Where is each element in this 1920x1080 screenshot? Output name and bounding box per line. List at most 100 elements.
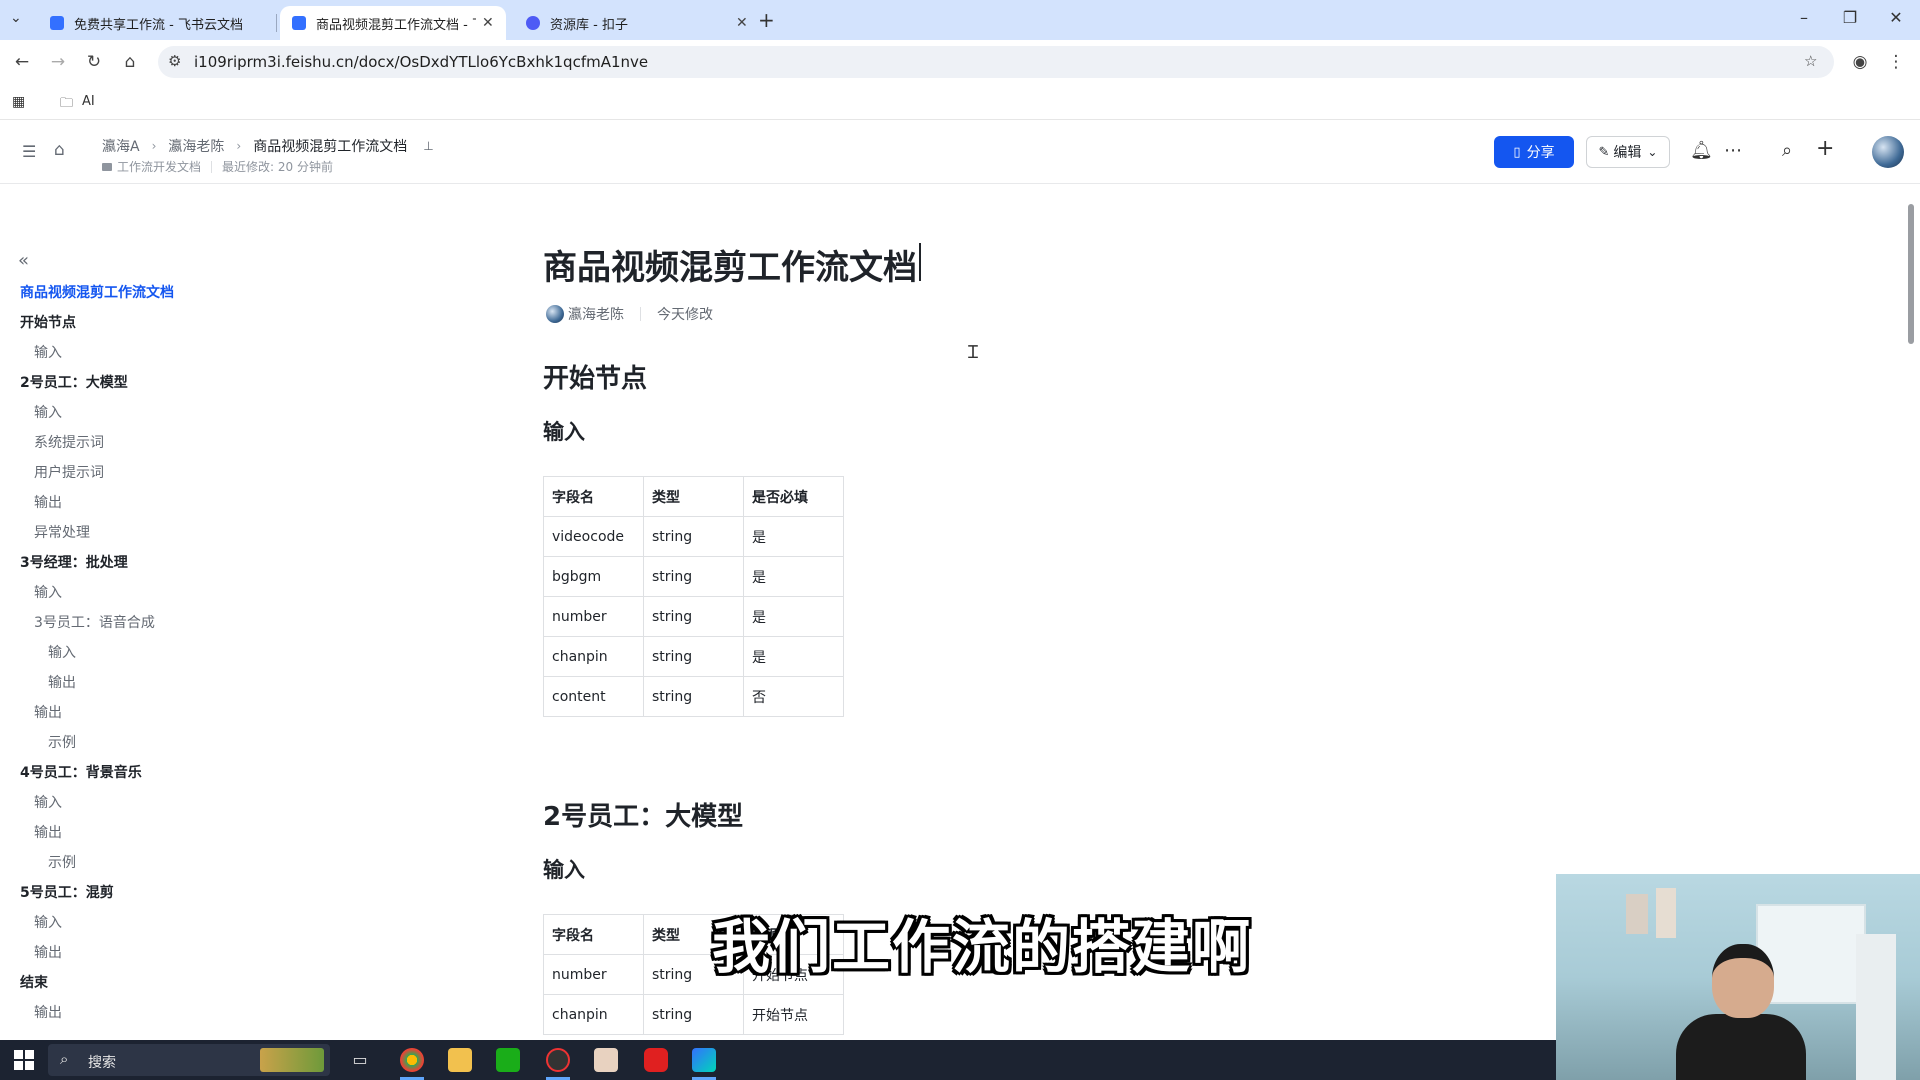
doc-title[interactable]: 商品视频混剪工作流文档 — [543, 240, 917, 289]
table-header-cell[interactable]: 字段名 — [543, 914, 644, 955]
feishu-icon[interactable] — [692, 1048, 716, 1072]
address-bar[interactable]: ⚙ i109riprm3i.feishu.cn/docx/OsDxdYTLlo6… — [158, 46, 1834, 78]
forward-icon[interactable]: → — [46, 50, 70, 74]
outline-item[interactable]: 输入 — [34, 342, 62, 362]
table-cell[interactable]: content — [543, 676, 644, 717]
bell-icon[interactable]: 🔔︎ — [1690, 140, 1713, 161]
table-cell[interactable]: 是 — [743, 596, 844, 637]
folder-name[interactable]: 工作流开发文档 — [117, 158, 201, 175]
capture-app-icon[interactable] — [546, 1048, 570, 1072]
outline-item[interactable]: 3号经理：批处理 — [20, 552, 128, 572]
table-cell[interactable]: bgbgm — [543, 556, 644, 597]
outline-item[interactable]: 输入 — [48, 642, 76, 662]
outline-item[interactable]: 商品视频混剪工作流文档 — [20, 282, 174, 302]
wechat-icon[interactable] — [496, 1048, 520, 1072]
apps-grid-icon[interactable]: ▦ — [12, 94, 25, 110]
section-heading[interactable]: 开始节点 — [543, 358, 647, 395]
outline-item[interactable]: 输入 — [34, 582, 62, 602]
fields-table[interactable]: 字段名 类型 是否必填 videocode string 是 bgbgm string 是 num… — [543, 476, 844, 717]
outline-item[interactable]: 用户提示词 — [34, 462, 104, 482]
bookmark-folder-ai[interactable]: AI — [82, 94, 95, 109]
breadcrumb-item[interactable]: 瀛海老陈 — [168, 136, 224, 156]
tab-2[interactable]: 商品视频混剪工作流文档 - 飞书云文档 ✕ — [280, 6, 506, 40]
table-cell[interactable]: 开始节点 — [743, 994, 844, 1035]
add-icon[interactable]: + — [1816, 136, 1834, 161]
outline-item[interactable]: 异常处理 — [34, 522, 90, 542]
tab-search-icon[interactable]: ⌄ — [10, 10, 22, 26]
tab-1[interactable]: 免费共享工作流 - 飞书云文档 ✕ — [38, 6, 304, 40]
close-icon[interactable]: ✕ — [482, 15, 494, 31]
outline-item[interactable]: 示例 — [48, 852, 76, 872]
table-header-cell[interactable]: 是否必填 — [743, 476, 844, 517]
outline-item[interactable]: 系统提示词 — [34, 432, 104, 452]
table-cell[interactable]: string — [643, 994, 744, 1035]
outline-item[interactable]: 5号员工：混剪 — [20, 882, 114, 902]
outline-item[interactable]: 输出 — [34, 1002, 62, 1022]
red-app-icon[interactable] — [644, 1048, 668, 1072]
back-icon[interactable]: ← — [10, 50, 34, 74]
profile-icon[interactable]: ◉ — [1848, 50, 1872, 74]
edit-mode-button[interactable]: ✎ 编辑 ⌄ — [1586, 136, 1670, 168]
section-heading[interactable]: 2号员工：大模型 — [543, 796, 743, 833]
more-icon[interactable]: ⋯ — [1724, 140, 1742, 161]
table-cell[interactable]: string — [643, 676, 744, 717]
outline-toggle-icon[interactable]: ☰ — [22, 142, 36, 161]
outline-item[interactable]: 3号员工：语音合成 — [34, 612, 155, 632]
bookmark-star-icon[interactable]: ☆ — [1804, 52, 1817, 70]
task-view-icon[interactable]: ▭ — [348, 1048, 372, 1072]
table-cell[interactable]: videocode — [543, 516, 644, 557]
table-header-cell[interactable]: 字段名 — [543, 476, 644, 517]
author-name[interactable]: 瀛海老陈 — [568, 304, 624, 324]
search-icon[interactable]: ⌕ — [1782, 140, 1792, 161]
home-icon[interactable]: ⌂ — [54, 140, 65, 160]
table-cell[interactable]: string — [643, 596, 744, 637]
outline-item[interactable]: 结束 — [20, 972, 48, 992]
outline-item[interactable]: 输出 — [34, 942, 62, 962]
outline-item[interactable]: 输入 — [34, 402, 62, 422]
table-cell[interactable]: number — [543, 596, 644, 637]
new-tab-button[interactable]: + — [758, 8, 775, 32]
table-header-cell[interactable]: 类型 — [643, 476, 744, 517]
minimize-button[interactable]: – — [1784, 8, 1824, 27]
table-cell[interactable]: string — [643, 556, 744, 597]
close-window-button[interactable]: ✕ — [1876, 8, 1916, 27]
restore-button[interactable]: ❐ — [1830, 8, 1870, 27]
subsection-heading[interactable]: 输入 — [543, 416, 585, 446]
close-icon[interactable]: ✕ — [736, 15, 748, 31]
outline-item[interactable]: 输出 — [34, 702, 62, 722]
outline-item[interactable]: 输出 — [34, 822, 62, 842]
table-cell[interactable]: chanpin — [543, 994, 644, 1035]
reload-icon[interactable]: ↻ — [82, 50, 106, 74]
author-avatar[interactable] — [546, 305, 564, 323]
profile-app-icon[interactable] — [594, 1048, 618, 1072]
table-cell[interactable]: string — [643, 636, 744, 677]
collapse-outline-icon[interactable]: « — [18, 250, 29, 271]
user-avatar[interactable] — [1872, 136, 1904, 168]
file-explorer-icon[interactable] — [448, 1048, 472, 1072]
table-cell[interactable]: number — [543, 954, 644, 995]
outline-item[interactable]: 输入 — [34, 792, 62, 812]
outline-item[interactable]: 输入 — [34, 912, 62, 932]
table-cell[interactable]: string — [643, 516, 744, 557]
site-info-icon[interactable]: ⚙ — [168, 52, 181, 70]
scrollbar[interactable] — [1908, 204, 1914, 344]
subsection-heading[interactable]: 输入 — [543, 854, 585, 884]
outline-item[interactable]: 2号员工：大模型 — [20, 372, 128, 392]
breadcrumb-item[interactable]: 瀛海A — [102, 136, 140, 156]
outline-item[interactable]: 开始节点 — [20, 312, 76, 332]
home-icon[interactable]: ⌂ — [118, 50, 142, 74]
table-cell[interactable]: chanpin — [543, 636, 644, 677]
outline-item[interactable]: 4号员工：背景音乐 — [20, 762, 142, 782]
outline-item[interactable]: 输出 — [34, 492, 62, 512]
table-cell[interactable]: 是 — [743, 636, 844, 677]
table-cell[interactable]: 是 — [743, 556, 844, 597]
menu-kebab-icon[interactable]: ⋮ — [1884, 50, 1908, 74]
pin-icon[interactable]: ⊥ — [423, 139, 433, 153]
tab-3[interactable]: 资源库 - 扣子 ✕ — [514, 6, 760, 40]
outline-item[interactable]: 示例 — [48, 732, 76, 752]
outline-item[interactable]: 输出 — [48, 672, 76, 692]
chrome-icon[interactable] — [400, 1048, 424, 1072]
table-cell[interactable]: 是 — [743, 516, 844, 557]
table-cell[interactable]: 否 — [743, 676, 844, 717]
windows-start-icon[interactable] — [14, 1050, 34, 1070]
